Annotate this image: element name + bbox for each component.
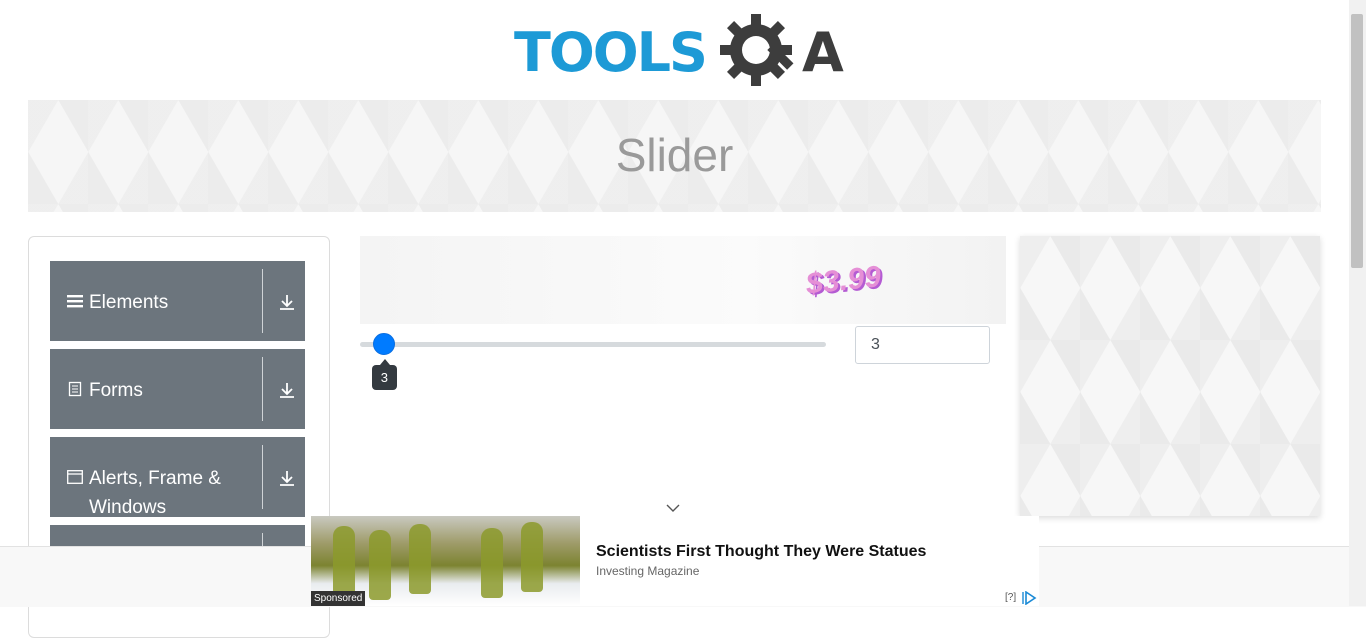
chevron-down-icon[interactable] <box>665 502 681 514</box>
sidebar-group-label: Elements <box>89 292 169 313</box>
slider-tooltip: 3 <box>371 359 397 390</box>
hamburger-icon <box>67 295 83 308</box>
download-icon <box>280 295 294 310</box>
page-title: Slider <box>615 129 734 181</box>
promo-banner[interactable] <box>360 236 1006 324</box>
window-icon <box>67 470 83 484</box>
download-icon <box>280 471 294 486</box>
document-icon <box>68 381 82 397</box>
toolsqa-logo[interactable]: TOOLS A <box>514 14 844 92</box>
gear-icon <box>720 14 794 86</box>
sponsored-ad[interactable]: Sponsored Scientists First Thought They … <box>311 516 1039 606</box>
sidebar-group-label: Forms <box>89 380 143 401</box>
page-banner: Slider <box>28 100 1321 212</box>
ad-title[interactable]: Scientists First Thought They Were Statu… <box>596 543 926 561</box>
slider-value-input[interactable]: 3 <box>855 326 990 364</box>
logo-text: TOOLS <box>514 21 708 84</box>
side-advertisement[interactable] <box>1020 236 1320 516</box>
divider <box>262 357 263 421</box>
ad-image[interactable]: Sponsored <box>311 516 580 606</box>
logo-suffix: A <box>802 21 844 84</box>
sidebar-group-elements[interactable]: Elements <box>50 261 305 341</box>
sidebar-group-label: Alerts, Frame & Windows <box>89 468 221 518</box>
ad-figure <box>333 526 355 596</box>
ad-figure <box>369 530 391 600</box>
adchoices-icon[interactable] <box>1021 591 1037 605</box>
slider-thumb[interactable] <box>373 333 396 355</box>
ad-source[interactable]: Investing Magazine <box>596 564 699 578</box>
slider-track[interactable] <box>360 342 826 347</box>
ad-info-link[interactable]: [?] <box>1005 592 1016 603</box>
sidebar-group-forms[interactable]: Forms <box>50 349 305 429</box>
scrollbar-thumb[interactable] <box>1351 14 1363 268</box>
download-icon <box>280 383 294 398</box>
sponsored-label: Sponsored <box>311 591 366 606</box>
ad-figure <box>409 524 431 594</box>
ad-figure <box>521 522 543 592</box>
sidebar-group-alerts-frame-windows[interactable]: Alerts, Frame & Windows <box>50 437 305 518</box>
ad-figure <box>481 528 503 598</box>
divider <box>262 445 263 509</box>
divider <box>262 269 263 333</box>
